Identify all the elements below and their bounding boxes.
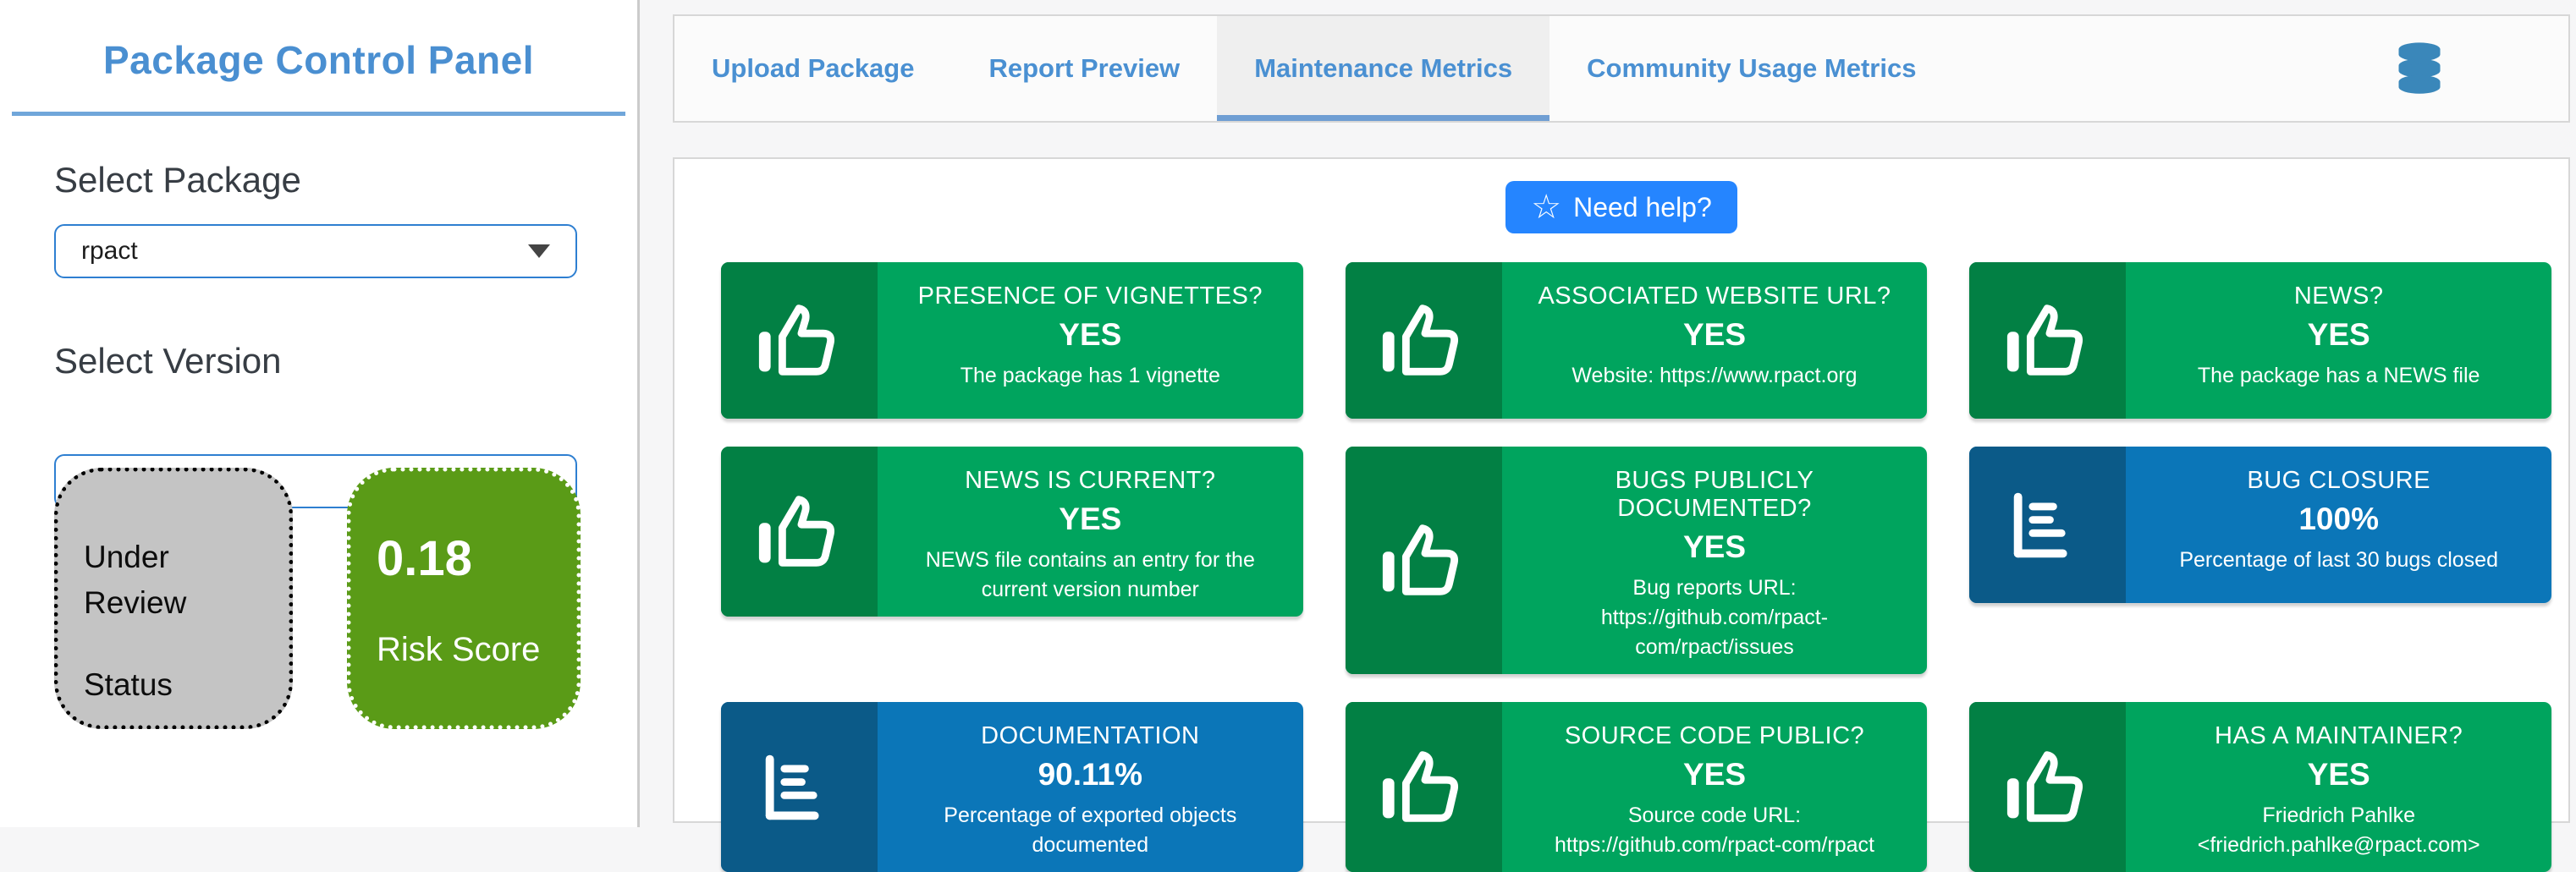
card-title: SOURCE CODE PUBLIC? bbox=[1524, 722, 1906, 750]
bar-chart-icon bbox=[721, 702, 878, 872]
card-title: DOCUMENTATION bbox=[900, 722, 1281, 750]
card-subtitle: Percentage of last 30 bugs closed bbox=[2148, 546, 2529, 575]
status-badge-value: Under Review bbox=[84, 535, 272, 625]
card-value: YES bbox=[2148, 317, 2529, 353]
select-version-label: Select Version bbox=[54, 341, 637, 381]
card-subtitle: NEWS file contains an entry for the curr… bbox=[900, 546, 1281, 605]
card-source-code-public: SOURCE CODE PUBLIC? YES Source code URL:… bbox=[1346, 702, 1928, 872]
card-title: PRESENCE OF VIGNETTES? bbox=[900, 282, 1281, 310]
thumbs-up-icon bbox=[1346, 262, 1502, 419]
thumbs-up-icon bbox=[1346, 447, 1502, 674]
metrics-grid: PRESENCE OF VIGNETTES? YES The package h… bbox=[721, 262, 2551, 872]
tab-upload-package[interactable]: Upload Package bbox=[674, 16, 951, 121]
card-value: YES bbox=[1524, 757, 1906, 792]
need-help-button[interactable]: ☆ Need help? bbox=[1505, 181, 1737, 233]
risk-score-badge: 0.18 Risk Score bbox=[347, 468, 581, 729]
card-title: BUG CLOSURE bbox=[2148, 467, 2529, 495]
card-has-a-maintainer: HAS A MAINTAINER? YES Friedrich Pahlke <… bbox=[1969, 702, 2551, 872]
card-subtitle: Source code URL: https://github.com/rpac… bbox=[1524, 801, 1906, 860]
bar-chart-icon bbox=[1969, 447, 2126, 603]
card-news: NEWS? YES The package has a NEWS file bbox=[1969, 262, 2551, 419]
card-title: ASSOCIATED WEBSITE URL? bbox=[1524, 282, 1906, 310]
card-title: NEWS IS CURRENT? bbox=[900, 467, 1281, 495]
card-title: NEWS? bbox=[2148, 282, 2529, 310]
package-select[interactable]: rpact bbox=[54, 224, 577, 278]
risk-score-label: Risk Score bbox=[377, 631, 559, 669]
status-badge: Under Review Status bbox=[54, 468, 293, 729]
badge-row: Under Review Status 0.18 Risk Score bbox=[54, 468, 581, 729]
card-subtitle: Bug reports URL: https://github.com/rpac… bbox=[1524, 573, 1906, 662]
card-value: 90.11% bbox=[900, 757, 1281, 792]
card-value: YES bbox=[1524, 317, 1906, 353]
card-associated-website-url: ASSOCIATED WEBSITE URL? YES Website: htt… bbox=[1346, 262, 1928, 419]
card-subtitle: The package has 1 vignette bbox=[900, 361, 1281, 391]
card-bugs-publicly-documented: BUGS PUBLICLY DOCUMENTED? YES Bug report… bbox=[1346, 447, 1928, 674]
card-subtitle: Friedrich Pahlke <friedrich.pahlke@rpact… bbox=[2148, 801, 2529, 860]
page-title: Package Control Panel bbox=[0, 37, 637, 83]
card-subtitle: The package has a NEWS file bbox=[2148, 361, 2529, 391]
thumbs-up-icon bbox=[721, 262, 878, 419]
chevron-down-icon bbox=[528, 244, 550, 258]
risk-score-value: 0.18 bbox=[377, 535, 559, 584]
sidebar-divider bbox=[12, 112, 625, 116]
card-news-is-current: NEWS IS CURRENT? YES NEWS file contains … bbox=[721, 447, 1303, 617]
tab-bar: Upload Package Report Preview Maintenanc… bbox=[673, 14, 2570, 123]
tab-maintenance-metrics[interactable]: Maintenance Metrics bbox=[1217, 16, 1549, 121]
card-title: HAS A MAINTAINER? bbox=[2148, 722, 2529, 750]
thumbs-up-icon bbox=[1969, 262, 2126, 419]
thumbs-up-icon bbox=[721, 447, 878, 617]
thumbs-up-icon bbox=[1969, 702, 2126, 872]
tab-report-preview[interactable]: Report Preview bbox=[951, 16, 1217, 121]
card-presence-of-vignettes: PRESENCE OF VIGNETTES? YES The package h… bbox=[721, 262, 1303, 419]
package-select-value: rpact bbox=[81, 237, 528, 266]
card-subtitle: Percentage of exported objects documente… bbox=[900, 801, 1281, 860]
need-help-label: Need help? bbox=[1573, 192, 1712, 223]
card-value: YES bbox=[900, 317, 1281, 353]
thumbs-up-icon bbox=[1346, 702, 1502, 872]
card-value: YES bbox=[2148, 757, 2529, 792]
database-icon[interactable] bbox=[2396, 16, 2443, 121]
card-value: YES bbox=[900, 502, 1281, 537]
maintenance-metrics-panel: ☆ Need help? PRESENCE OF VIGNETTES? YES … bbox=[673, 157, 2570, 823]
tab-community-usage-metrics[interactable]: Community Usage Metrics bbox=[1549, 16, 1953, 121]
card-title: BUGS PUBLICLY DOCUMENTED? bbox=[1524, 467, 1906, 523]
card-value: YES bbox=[1524, 529, 1906, 565]
select-package-label: Select Package bbox=[54, 160, 637, 200]
sidebar: Package Control Panel Select Package rpa… bbox=[0, 0, 640, 827]
status-badge-label: Status bbox=[84, 662, 272, 708]
star-icon: ☆ bbox=[1531, 190, 1561, 224]
card-subtitle: Website: https://www.rpact.org bbox=[1524, 361, 1906, 391]
card-bug-closure: BUG CLOSURE 100% Percentage of last 30 b… bbox=[1969, 447, 2551, 603]
card-value: 100% bbox=[2148, 502, 2529, 537]
card-documentation: DOCUMENTATION 90.11% Percentage of expor… bbox=[721, 702, 1303, 872]
